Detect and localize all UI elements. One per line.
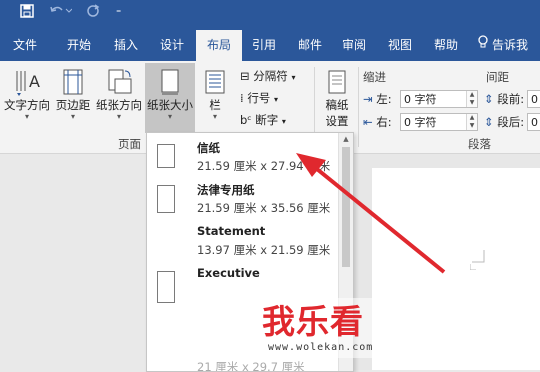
watermark-logo: 我乐看 <box>262 302 364 341</box>
watermark-url: www.wolekan.com <box>268 342 374 353</box>
